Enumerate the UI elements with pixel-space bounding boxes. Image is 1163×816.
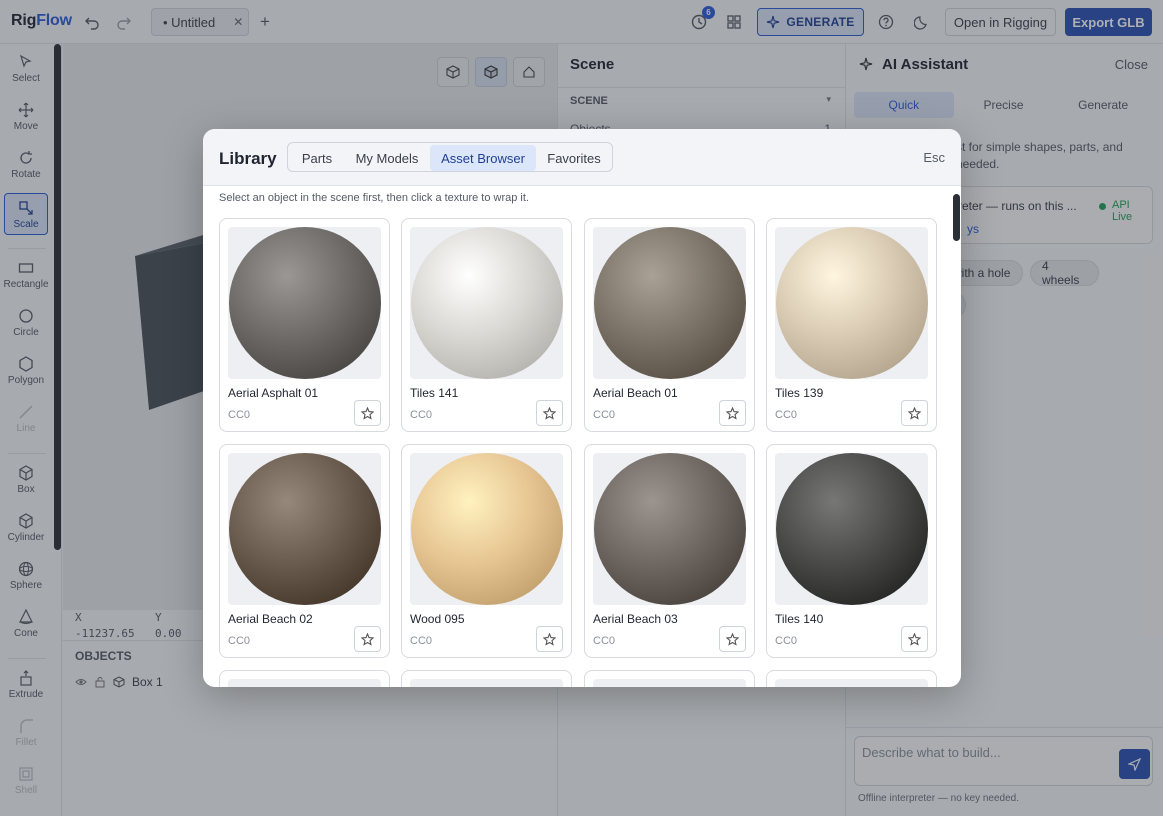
asset-name: Aerial Beach 03	[593, 612, 678, 626]
favorite-star-button[interactable]	[354, 400, 381, 426]
library-header: Library Parts My Models Asset Browser Fa…	[203, 129, 961, 186]
asset-card[interactable]: Tiles 139 CC0	[766, 218, 937, 432]
asset-thumbnail[interactable]	[410, 679, 563, 687]
asset-thumbnail[interactable]	[775, 453, 928, 605]
asset-thumbnail[interactable]	[228, 227, 381, 379]
favorite-star-button[interactable]	[536, 626, 563, 652]
material-sphere	[775, 453, 928, 605]
library-hint: Select an object in the scene first, the…	[219, 192, 529, 204]
material-sphere	[593, 453, 746, 605]
asset-card[interactable]: Aerial Asphalt 01 CC0	[219, 218, 390, 432]
asset-name: Aerial Asphalt 01	[228, 386, 319, 400]
library-title: Library	[219, 149, 277, 168]
asset-license: CC0	[593, 409, 616, 421]
favorite-star-button[interactable]	[901, 626, 928, 652]
asset-thumbnail[interactable]	[593, 227, 746, 379]
asset-thumbnail[interactable]	[410, 453, 563, 605]
favorite-star-button[interactable]	[536, 400, 563, 426]
asset-thumbnail[interactable]	[775, 227, 928, 379]
material-sphere	[593, 227, 746, 379]
asset-name: Tiles 139	[775, 386, 824, 400]
star-icon	[726, 632, 739, 646]
asset-card[interactable]	[219, 670, 390, 687]
asset-license: CC0	[593, 635, 616, 647]
asset-thumbnail[interactable]	[775, 679, 928, 687]
asset-thumbnail[interactable]	[410, 227, 563, 379]
asset-license: CC0	[775, 635, 798, 647]
asset-name: Tiles 141	[410, 386, 459, 400]
star-icon	[543, 632, 556, 646]
tab-favorites[interactable]: Favorites	[538, 145, 610, 171]
asset-license: CC0	[228, 635, 251, 647]
asset-license: CC0	[775, 409, 798, 421]
star-icon	[543, 406, 556, 420]
esc-close-button[interactable]: Esc	[923, 150, 945, 165]
material-sphere	[410, 227, 563, 379]
material-sphere	[228, 453, 381, 605]
material-sphere	[228, 227, 381, 379]
star-icon	[908, 632, 921, 646]
favorite-star-button[interactable]	[354, 626, 381, 652]
star-icon	[361, 406, 374, 420]
favorite-star-button[interactable]	[901, 400, 928, 426]
asset-name: Aerial Beach 02	[228, 612, 313, 626]
library-modal: Library Parts My Models Asset Browser Fa…	[203, 129, 961, 687]
material-sphere	[410, 453, 563, 605]
asset-thumbnail[interactable]	[593, 453, 746, 605]
asset-card[interactable]: Aerial Beach 03 CC0	[584, 444, 755, 658]
asset-card[interactable]	[584, 670, 755, 687]
material-sphere	[775, 227, 928, 379]
asset-card[interactable]: Tiles 141 CC0	[401, 218, 572, 432]
favorite-star-button[interactable]	[719, 400, 746, 426]
asset-card[interactable]: Aerial Beach 02 CC0	[219, 444, 390, 658]
asset-license: CC0	[410, 635, 433, 647]
library-scrollbar[interactable]	[953, 194, 960, 241]
asset-card[interactable]: Aerial Beach 01 CC0	[584, 218, 755, 432]
asset-license: CC0	[228, 409, 251, 421]
asset-card[interactable]: Wood 095 CC0	[401, 444, 572, 658]
asset-name: Tiles 140	[775, 612, 824, 626]
asset-license: CC0	[410, 409, 433, 421]
asset-name: Wood 095	[410, 612, 465, 626]
library-tabs: Parts My Models Asset Browser Favorites	[287, 142, 613, 172]
tab-my-models[interactable]: My Models	[346, 145, 428, 171]
favorite-star-button[interactable]	[719, 626, 746, 652]
star-icon	[726, 406, 739, 420]
asset-thumbnail[interactable]	[228, 679, 381, 687]
asset-card[interactable]	[766, 670, 937, 687]
asset-card[interactable]	[401, 670, 572, 687]
tab-parts[interactable]: Parts	[292, 145, 342, 171]
star-icon	[908, 406, 921, 420]
tab-asset-browser[interactable]: Asset Browser	[430, 145, 536, 171]
asset-name: Aerial Beach 01	[593, 386, 678, 400]
asset-thumbnail[interactable]	[593, 679, 746, 687]
asset-thumbnail[interactable]	[228, 453, 381, 605]
asset-card[interactable]: Tiles 140 CC0	[766, 444, 937, 658]
star-icon	[361, 632, 374, 646]
